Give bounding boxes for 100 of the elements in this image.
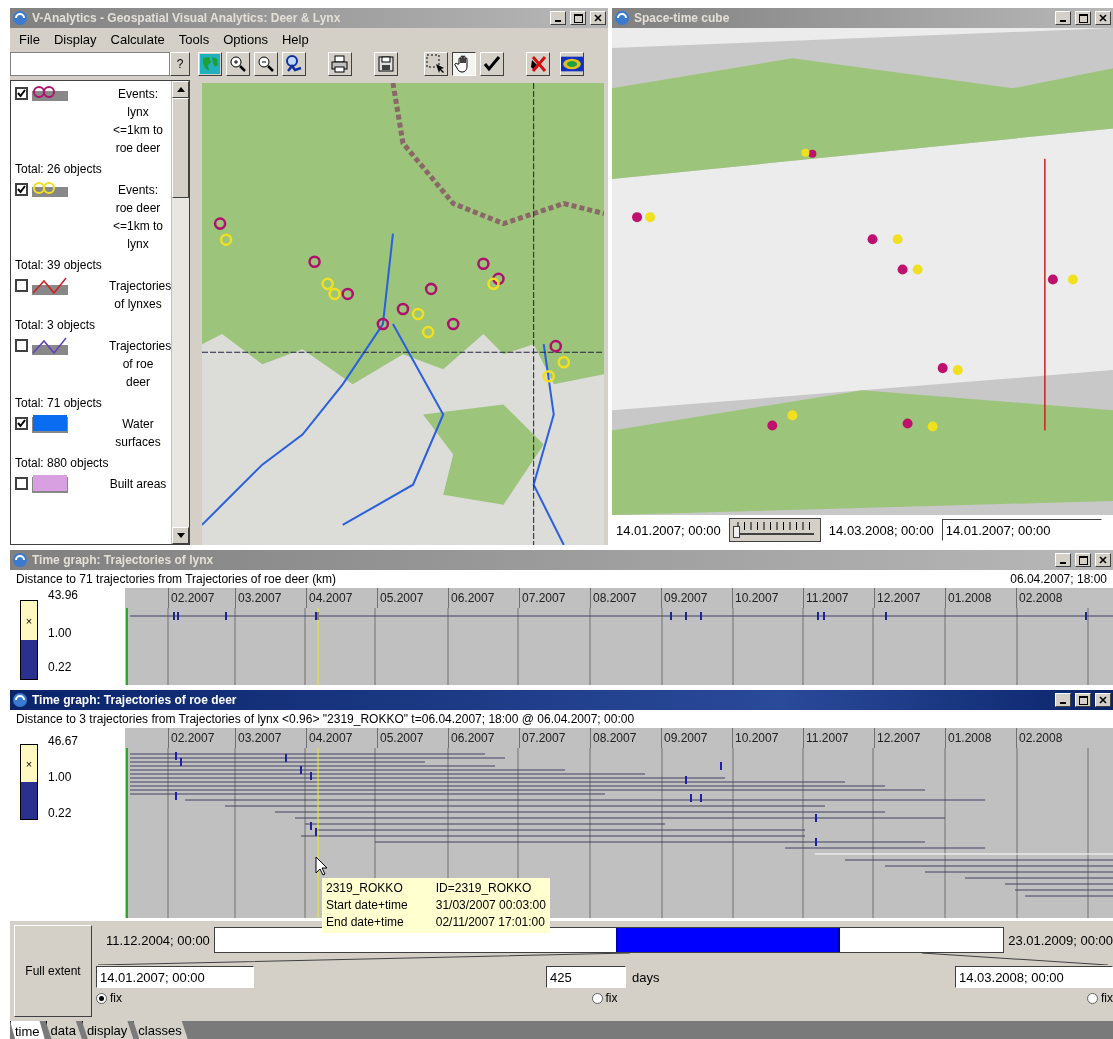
start-time: 14.01.2007; 00:00 <box>616 522 721 538</box>
scroll-down-icon <box>176 533 185 538</box>
extent-end: 23.01.2009; 00:00 <box>1008 932 1113 948</box>
scale-label: 43.96 <box>48 588 79 602</box>
maximize-icon <box>1078 695 1088 705</box>
checkbox[interactable] <box>15 477 28 490</box>
scale-band <box>21 640 37 679</box>
maximize-button[interactable] <box>570 11 586 25</box>
end-time: 14.03.2008; 00:00 <box>828 522 934 538</box>
checkmark-icon <box>483 55 501 73</box>
tab[interactable]: classes <box>133 1021 188 1039</box>
magnifier-arrow-icon <box>284 54 304 74</box>
close-button[interactable] <box>1095 11 1111 25</box>
time-range-bar[interactable] <box>213 927 1005 953</box>
window-title: Time graph: Trajectories of lynx <box>32 553 215 567</box>
tab[interactable]: time <box>10 1021 46 1039</box>
month-label: 07.2007 <box>519 588 590 608</box>
app-icon <box>614 10 630 26</box>
scale-label: 0.22 <box>48 660 72 674</box>
close-icon <box>1099 556 1107 564</box>
selection-pointer-icon <box>426 54 446 74</box>
menu-item[interactable]: Calculate <box>103 31 172 47</box>
checkbox[interactable] <box>15 339 28 352</box>
layer-name: Built areas <box>109 476 167 493</box>
close-button[interactable] <box>1095 553 1111 567</box>
radio-label: fix <box>605 991 618 1005</box>
month-label: 08.2007 <box>590 588 661 608</box>
search-field[interactable] <box>10 52 170 76</box>
radio-button[interactable] <box>96 992 107 1004</box>
close-button[interactable] <box>1095 693 1111 707</box>
time-field[interactable]: 14.01.2007; 00:00 <box>941 519 1102 541</box>
month-label: 05.2007 <box>377 588 448 608</box>
menu-item[interactable]: Options <box>216 31 275 47</box>
scale-label: 46.67 <box>48 734 79 748</box>
scale-label: 0.22 <box>48 806 72 820</box>
checkbox[interactable] <box>15 87 28 100</box>
scrollbar[interactable] <box>171 81 189 544</box>
month-label: 01.2008 <box>945 728 1016 748</box>
duration-field[interactable]: 425 <box>546 966 626 988</box>
scale-band <box>21 782 37 819</box>
month-label: 08.2007 <box>590 728 661 748</box>
checkbox[interactable] <box>15 183 28 196</box>
start-date-field[interactable]: 14.01.2007; 00:00 <box>96 966 254 988</box>
minimize-button[interactable] <box>1055 11 1071 25</box>
maximize-button[interactable] <box>1075 11 1091 25</box>
object-count: Total: 26 objects <box>15 161 103 178</box>
minimize-button[interactable] <box>550 11 566 25</box>
tooltip-value: 31/03/2007 00:03:00 <box>435 897 546 914</box>
maximize-button[interactable] <box>1075 553 1091 567</box>
month-label: 09.2007 <box>661 728 732 748</box>
layer-name: Events: lynx <=1km to roe deer <box>112 86 164 157</box>
extent-start: 11.12.2004; 00:00 <box>106 932 210 948</box>
scroll-thumb[interactable] <box>172 98 189 198</box>
month-label: 02.2008 <box>1016 588 1087 608</box>
window-title: V-Analytics - Geospatial Visual Analytics: Deer & Lynx <box>32 11 342 25</box>
app-icon <box>12 10 28 26</box>
object-count: Total: 880 objects <box>15 455 110 472</box>
tooltip-value: 02/11/2007 17:01:00 <box>435 914 546 931</box>
tooltip-label: Start date+time <box>326 897 408 914</box>
scale-mark: × <box>25 757 33 770</box>
menu-item[interactable]: Tools <box>171 31 217 47</box>
radio-label: fix <box>110 991 122 1005</box>
menu-item[interactable]: Display <box>46 31 104 47</box>
checkmark-icon <box>17 89 26 98</box>
area-symbol-icon <box>32 475 68 493</box>
close-icon <box>1099 696 1107 704</box>
scroll-up-icon <box>176 87 185 92</box>
window-title: Time graph: Trajectories of roe deer <box>32 693 238 707</box>
month-label: 06.2007 <box>448 588 519 608</box>
help-button[interactable]: ? <box>170 52 190 76</box>
point-symbol-icon <box>32 85 68 101</box>
month-label: 11.2007 <box>803 588 874 608</box>
app-icon <box>12 552 28 568</box>
menu-item[interactable]: Help <box>274 31 316 47</box>
maximize-icon <box>573 13 583 23</box>
time-slider[interactable] <box>728 518 821 542</box>
month-label: 02.2007 <box>168 588 235 608</box>
month-label: 07.2007 <box>519 728 590 748</box>
radio-button[interactable] <box>1087 992 1098 1004</box>
close-button[interactable] <box>590 11 606 25</box>
month-label: 01.2008 <box>945 588 1016 608</box>
minimize-button[interactable] <box>1055 693 1071 707</box>
minimize-button[interactable] <box>1055 553 1071 567</box>
full-extent-button[interactable]: Full extent <box>14 925 92 1017</box>
end-date-field[interactable]: 14.03.2008; 00:00 <box>955 966 1113 988</box>
tab[interactable]: data <box>45 1021 82 1039</box>
maximize-button[interactable] <box>1075 693 1091 707</box>
cursor-icon <box>315 856 329 876</box>
cross-icon <box>528 54 548 74</box>
tab[interactable]: display <box>81 1021 134 1039</box>
checkbox[interactable] <box>15 279 28 292</box>
toolbar-button[interactable] <box>452 52 476 76</box>
world-map-icon <box>200 54 220 74</box>
menu-item[interactable]: File <box>12 31 47 47</box>
radio-button[interactable] <box>591 992 603 1004</box>
tooltip-label: End date+time <box>326 914 405 931</box>
object-count: Total: 71 objects <box>15 395 103 412</box>
month-label: 03.2007 <box>235 588 306 608</box>
checkbox[interactable] <box>15 417 28 430</box>
unit-label: days <box>632 969 660 985</box>
